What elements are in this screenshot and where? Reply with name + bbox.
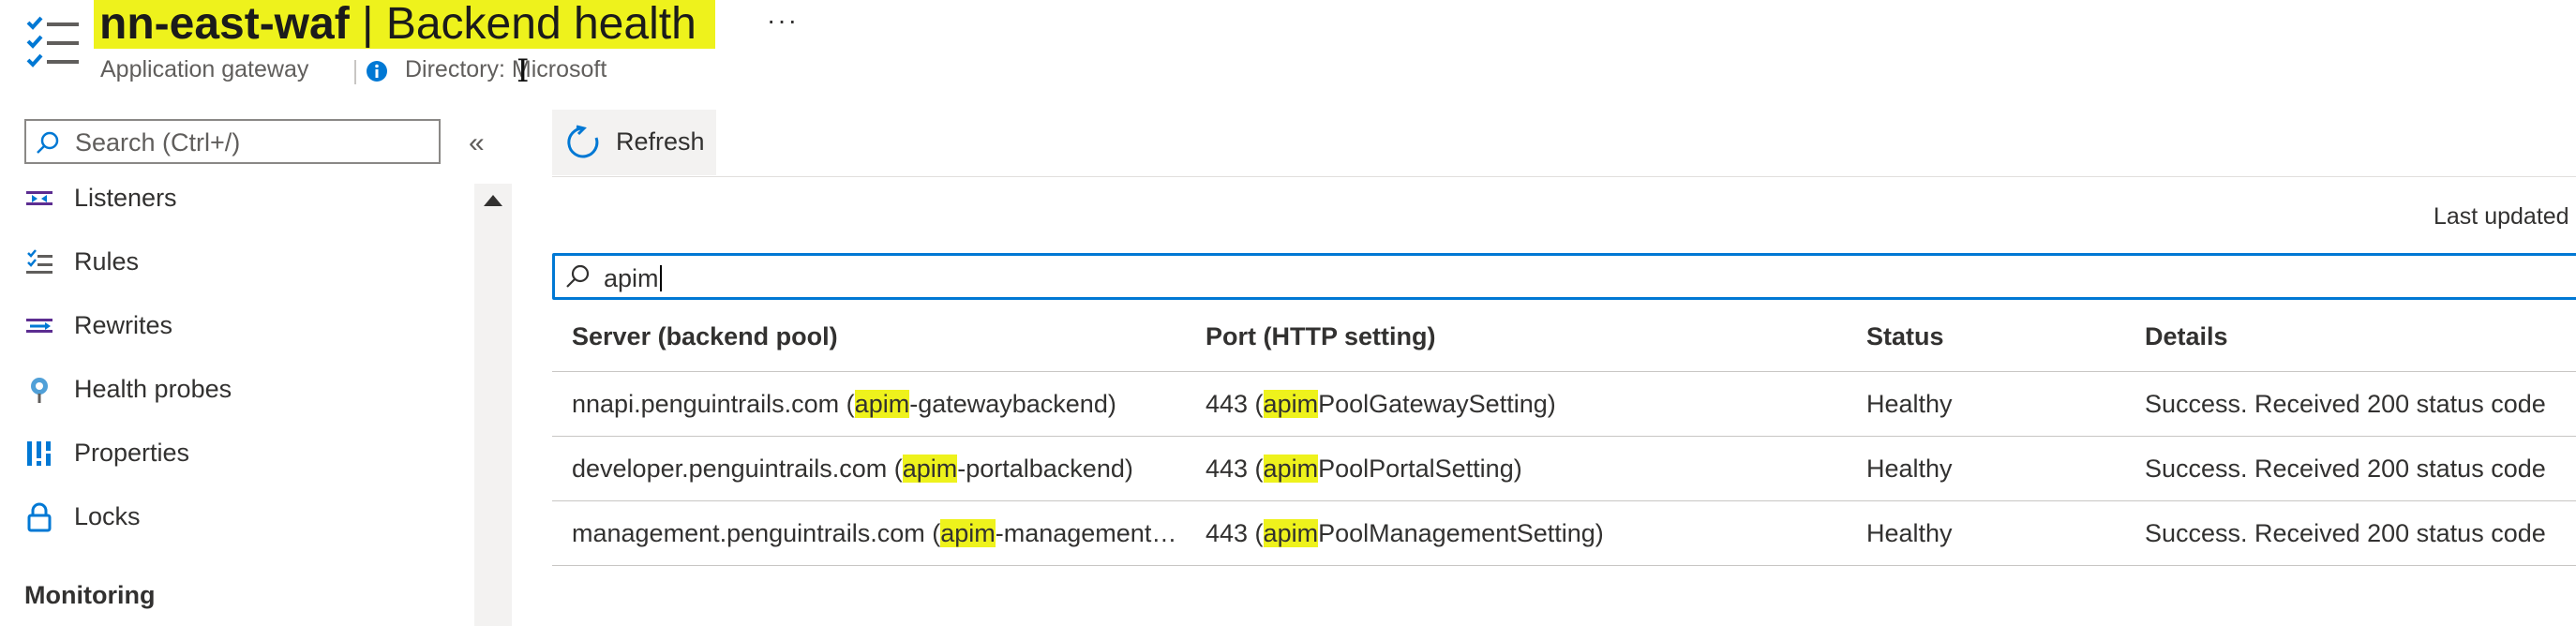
toolbar-divider xyxy=(552,176,2576,177)
page-name: Backend health xyxy=(385,0,696,49)
properties-icon xyxy=(27,441,51,466)
sidebar-item-health-probes[interactable]: Health probes xyxy=(24,369,465,410)
collapse-sidebar-button[interactable]: « xyxy=(469,127,485,159)
sidebar-item-label: Health probes xyxy=(74,375,232,403)
resource-type: Application gateway xyxy=(100,56,309,82)
port-cell: 443 (apimPoolGatewaySetting) xyxy=(1206,390,1556,419)
search-highlight: apim xyxy=(902,455,958,483)
sidebar-item-rewrites[interactable]: Rewrites xyxy=(24,306,465,347)
port-text: 443 ( xyxy=(1206,519,1264,547)
column-header-port[interactable]: Port (HTTP setting) xyxy=(1206,322,1436,351)
sidebar-section-monitoring: Monitoring xyxy=(24,581,156,609)
last-updated-label: Last updated xyxy=(2434,203,2569,230)
table-row[interactable]: nnapi.penguintrails.com (apim-gatewaybac… xyxy=(552,372,2576,437)
listeners-icon xyxy=(26,191,52,205)
port-cell: 443 (apimPoolManagementSetting) xyxy=(1206,519,1604,548)
filter-value: apim xyxy=(604,264,659,292)
directory-label: Directory: Microsoft xyxy=(405,56,607,82)
server-cell: management.penguintrails.com (apim-manag… xyxy=(572,519,1176,548)
filter-input[interactable]: apim xyxy=(552,253,2576,300)
sidebar-item-label: Rewrites xyxy=(74,311,173,339)
search-highlight: apim xyxy=(1263,390,1319,418)
resource-list-icon xyxy=(26,16,79,67)
status-cell: Healthy xyxy=(1866,390,1953,418)
column-header-status[interactable]: Status xyxy=(1866,322,1944,351)
search-highlight: apim xyxy=(1263,519,1319,547)
sidebar-item-locks[interactable]: Locks xyxy=(24,497,465,538)
port-text: PoolGatewaySetting) xyxy=(1318,390,1556,418)
search-icon xyxy=(37,131,59,154)
search-highlight: apim xyxy=(940,519,996,547)
table-row[interactable]: management.penguintrails.com (apim-manag… xyxy=(552,501,2576,566)
title-separator: | xyxy=(349,0,386,49)
refresh-icon xyxy=(567,125,599,158)
info-icon xyxy=(367,61,387,82)
text-cursor-icon: I xyxy=(517,52,530,90)
sidebar-item-label: Locks xyxy=(74,502,141,530)
server-text: -management… xyxy=(995,519,1177,547)
server-text: -gatewaybackend) xyxy=(909,390,1116,418)
column-header-details[interactable]: Details xyxy=(2145,322,2228,351)
port-text: PoolManagementSetting) xyxy=(1318,519,1604,547)
status-cell: Healthy xyxy=(1866,519,1953,547)
sidebar-item-listeners[interactable]: Listeners xyxy=(24,178,465,219)
sidebar-scrollbar[interactable] xyxy=(474,184,512,626)
sidebar-search-input[interactable]: Search (Ctrl+/) xyxy=(24,119,441,164)
sidebar-item-label: Rules xyxy=(74,247,140,276)
health-probe-icon xyxy=(31,378,48,403)
refresh-button[interactable]: Refresh xyxy=(552,110,716,175)
port-cell: 443 (apimPoolPortalSetting) xyxy=(1206,455,1522,484)
lock-icon xyxy=(27,502,52,532)
details-cell: Success. Received 200 status code xyxy=(2145,455,2546,483)
search-highlight: apim xyxy=(1263,455,1319,483)
server-cell: developer.penguintrails.com (apim-portal… xyxy=(572,455,1133,484)
sidebar-item-label: Properties xyxy=(74,439,190,467)
port-text: PoolPortalSetting) xyxy=(1318,455,1522,483)
server-text: developer.penguintrails.com ( xyxy=(572,455,903,483)
search-icon xyxy=(566,264,590,288)
column-header-server[interactable]: Server (backend pool) xyxy=(572,322,838,351)
port-text: 443 ( xyxy=(1206,455,1264,483)
rewrites-icon xyxy=(26,319,52,333)
sidebar-item-label: Listeners xyxy=(74,184,177,212)
server-cell: nnapi.penguintrails.com (apim-gatewaybac… xyxy=(572,390,1116,419)
header-divider xyxy=(354,60,356,84)
more-options-button[interactable]: ··· xyxy=(767,6,799,36)
status-cell: Healthy xyxy=(1866,455,1953,483)
details-cell: Success. Received 200 status code xyxy=(2145,390,2546,418)
server-text: management.penguintrails.com ( xyxy=(572,519,941,547)
search-highlight: apim xyxy=(854,390,910,418)
text-caret xyxy=(659,265,662,291)
server-text: -portalbackend) xyxy=(957,455,1133,483)
page-title: nn-east-waf | Backend health xyxy=(94,0,715,49)
sidebar-item-rules[interactable]: Rules xyxy=(24,242,465,283)
scroll-up-arrow-icon[interactable] xyxy=(484,195,502,206)
port-text: 443 ( xyxy=(1206,390,1264,418)
resource-name: nn-east-waf xyxy=(99,0,350,49)
search-placeholder: Search (Ctrl+/) xyxy=(75,128,241,156)
sidebar-item-properties[interactable]: Properties xyxy=(24,433,465,474)
table-row[interactable]: developer.penguintrails.com (apim-portal… xyxy=(552,437,2576,501)
details-cell: Success. Received 200 status code xyxy=(2145,519,2546,547)
rules-icon xyxy=(26,249,52,274)
refresh-label: Refresh xyxy=(616,127,705,156)
server-text: nnapi.penguintrails.com ( xyxy=(572,390,855,418)
